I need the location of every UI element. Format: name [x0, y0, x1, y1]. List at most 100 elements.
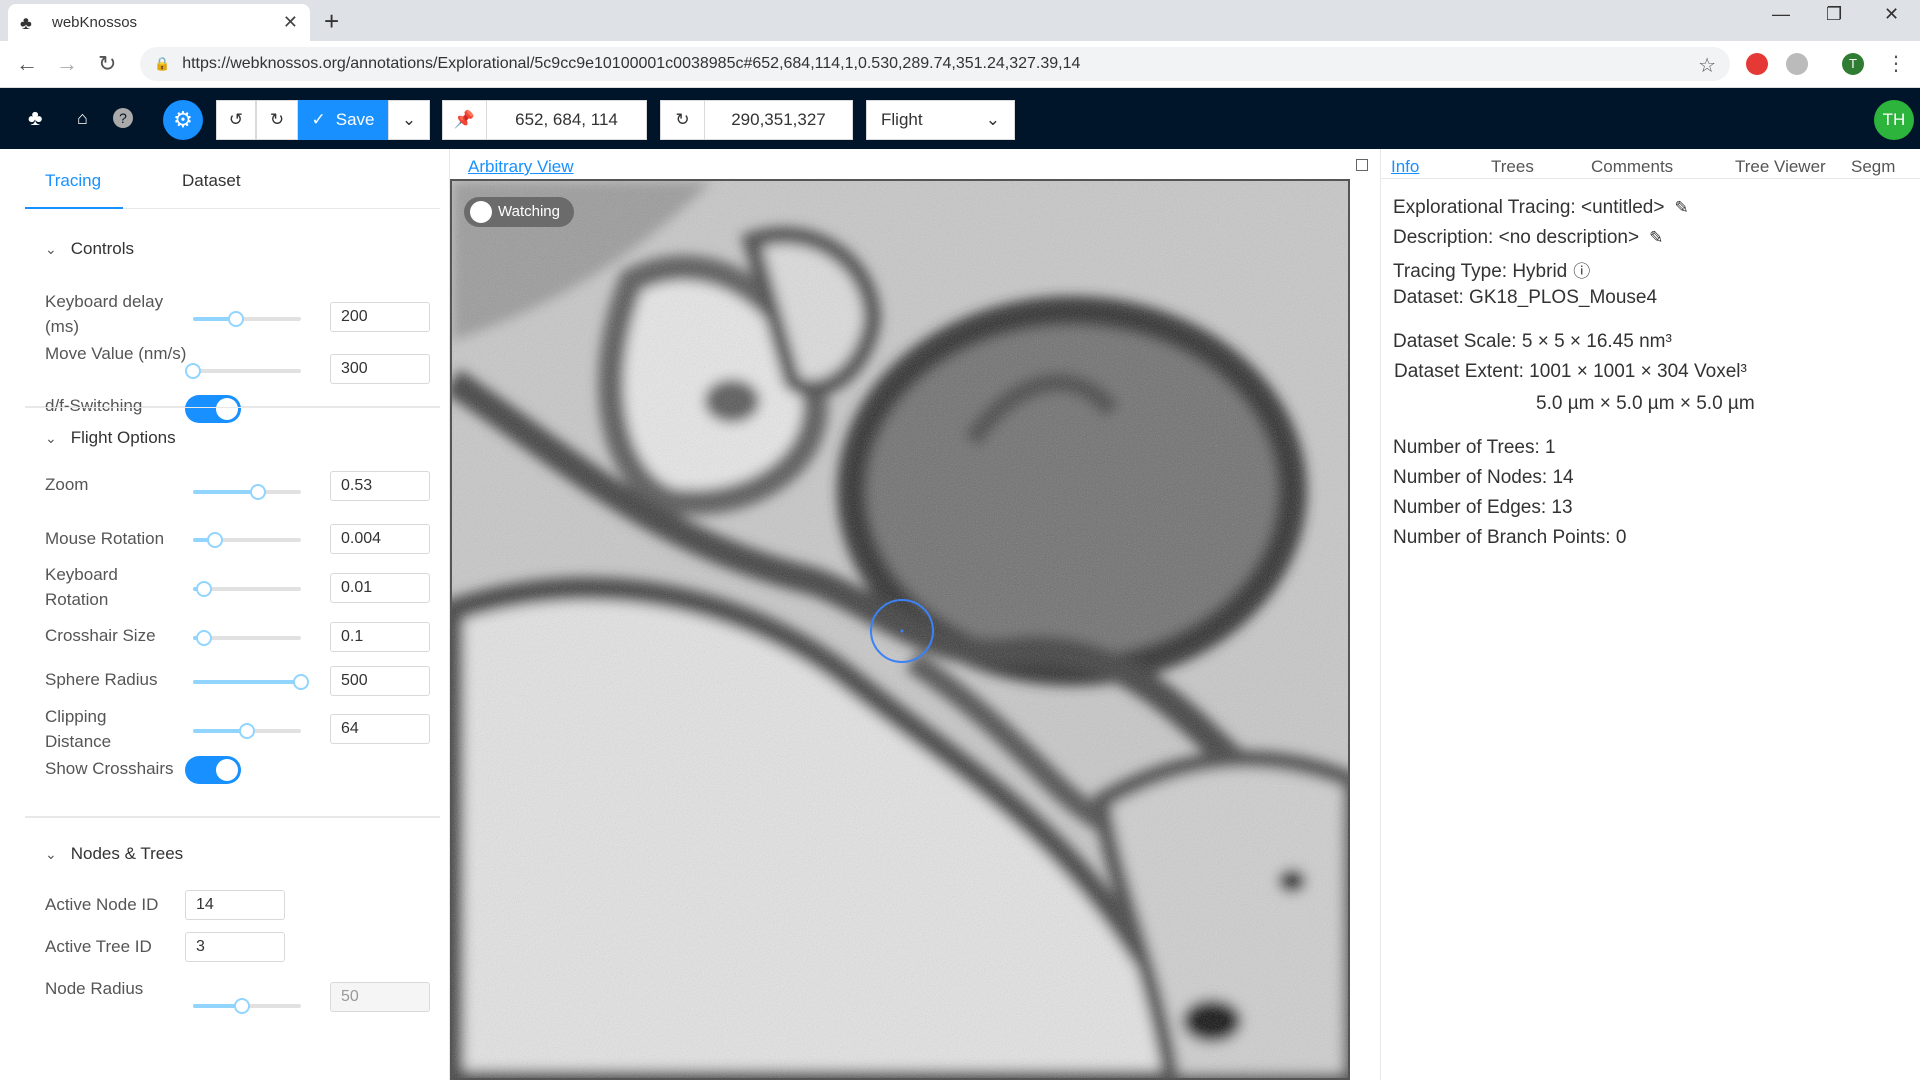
dataset-extent-um: 5.0 µm × 5.0 µm × 5.0 µm	[1536, 393, 1755, 414]
home-icon[interactable]: ⌂	[77, 108, 88, 129]
settings-button[interactable]: ⚙	[163, 100, 203, 140]
user-avatar[interactable]: TH	[1874, 100, 1914, 140]
browser-menu-icon[interactable]: ⋮	[1886, 51, 1906, 76]
zoom-slider[interactable]	[193, 484, 301, 500]
position-field[interactable]: 📌 652, 684, 114	[442, 100, 647, 140]
slider-handle[interactable]	[293, 674, 309, 690]
redo-icon: ↻	[269, 110, 285, 129]
keyboard-delay-slider[interactable]	[193, 311, 301, 327]
active-node-input[interactable]: 14	[185, 890, 285, 920]
forward-icon[interactable]: →	[56, 51, 78, 77]
keyboard-rotation-input[interactable]: 0.01	[330, 573, 430, 603]
app-toolbar: ♣ ⌂ ? ⚙ ↺ ↻ ✓ Save ⌄ 📌 652, 684, 114 ↻ 2…	[0, 88, 1920, 149]
browser-tab[interactable]: ♣ webKnossos ✕	[8, 4, 310, 41]
tab-tracing[interactable]: Tracing	[45, 171, 101, 191]
nodes-trees-header[interactable]: ⌄ Nodes & Trees	[45, 844, 183, 864]
chevron-down-icon: ⌄	[45, 241, 57, 257]
chevron-down-icon: ⌄	[401, 110, 417, 129]
controls-section: ⌄ Controls Keyboard delay (ms) 200 Move V…	[25, 209, 440, 423]
restore-icon[interactable]: ❐	[1826, 4, 1842, 25]
minimize-icon[interactable]: —	[1772, 4, 1790, 25]
crosshair-size-label: Crosshair Size	[45, 626, 156, 645]
close-window-icon[interactable]: ✕	[1884, 4, 1899, 25]
active-tree-input[interactable]: 3	[185, 932, 285, 962]
tracing-type: Tracing Type: Hybrid ⓘ	[1393, 261, 1591, 282]
slider-handle[interactable]	[207, 532, 223, 548]
info-panel: Info Trees Comments Tree Viewer Segm Exp…	[1380, 149, 1920, 1080]
tab-info[interactable]: Info	[1391, 157, 1419, 177]
slider-handle[interactable]	[250, 484, 266, 500]
info-tabs: Info Trees Comments Tree Viewer Segm	[1381, 149, 1920, 179]
clipping-distance-slider[interactable]	[193, 723, 301, 739]
sphere-radius-slider[interactable]	[193, 674, 309, 690]
controls-header[interactable]: ⌄ Controls	[45, 239, 134, 259]
tab-comments[interactable]: Comments	[1591, 157, 1673, 177]
edit-pencil-icon[interactable]: ✎	[1674, 198, 1688, 217]
view-mode-value: Flight	[881, 110, 923, 129]
keyboard-rotation-label: Keyboard Rotation	[45, 565, 118, 609]
save-button[interactable]: ✓ Save	[298, 100, 388, 140]
view-mode-select[interactable]: Flight ⌄	[866, 100, 1015, 140]
toggle-knob	[470, 201, 492, 223]
webknossos-logo-icon: ♣	[20, 12, 32, 33]
node-radius-slider[interactable]	[193, 998, 301, 1014]
tab-dataset[interactable]: Dataset	[182, 171, 241, 191]
close-tab-icon[interactable]: ✕	[283, 12, 298, 33]
opera-extension-icon[interactable]	[1746, 53, 1768, 75]
mouse-rotation-label: Mouse Rotation	[45, 529, 165, 548]
keyboard-delay-input[interactable]: 200	[330, 302, 430, 332]
dataset-name: Dataset: GK18_PLOS_Mouse4	[1393, 287, 1658, 308]
move-value-input[interactable]: 300	[330, 354, 430, 384]
keyboard-rotation-slider[interactable]	[193, 581, 301, 597]
tab-segments[interactable]: Segm	[1851, 157, 1895, 177]
zoom-label: Zoom	[45, 475, 89, 494]
webknossos-logo-icon[interactable]: ♣	[28, 105, 42, 131]
rotation-value: 290,351,327	[731, 110, 826, 129]
slider-handle[interactable]	[239, 723, 255, 739]
redo-button[interactable]: ↻	[256, 100, 298, 140]
slider-handle[interactable]	[228, 311, 244, 327]
drive-extension-icon[interactable]	[1786, 53, 1808, 75]
maximize-icon[interactable]	[1356, 159, 1368, 171]
tab-trees[interactable]: Trees	[1491, 157, 1534, 177]
pin-icon: 📌	[443, 101, 487, 139]
nodes-trees-section: ⌄ Nodes & Trees Active Node ID 14 Active …	[25, 817, 440, 1080]
lock-icon: 🔒	[154, 56, 171, 71]
edit-pencil-icon[interactable]: ✎	[1649, 228, 1663, 247]
tab-tree-viewer[interactable]: Tree Viewer	[1735, 157, 1826, 177]
slider-handle[interactable]	[234, 998, 250, 1014]
slider-handle[interactable]	[196, 581, 212, 597]
profile-avatar[interactable]: T	[1842, 53, 1864, 75]
slider-handle[interactable]	[196, 630, 212, 646]
arbitrary-viewport[interactable]: Watching	[450, 179, 1350, 1080]
show-crosshairs-label: Show Crosshairs	[45, 759, 174, 778]
zoom-input[interactable]: 0.53	[330, 471, 430, 501]
rotation-field[interactable]: ↻ 290,351,327	[660, 100, 853, 140]
view-title[interactable]: Arbitrary View	[468, 157, 574, 177]
save-dropdown-button[interactable]: ⌄	[388, 100, 430, 140]
mouse-rotation-slider[interactable]	[193, 532, 301, 548]
crosshair-size-input[interactable]: 0.1	[330, 622, 430, 652]
bookmark-star-icon[interactable]: ☆	[1698, 53, 1716, 78]
mouse-rotation-input[interactable]: 0.004	[330, 524, 430, 554]
settings-panel: Tracing Dataset ⌄ Controls Keyboard delay…	[0, 149, 450, 1080]
info-circle-icon[interactable]: ⓘ	[1573, 262, 1590, 281]
sphere-radius-label: Sphere Radius	[45, 670, 158, 689]
reload-icon[interactable]: ↻	[98, 51, 116, 77]
sphere-radius-input[interactable]: 500	[330, 666, 430, 696]
chevron-down-icon: ⌄	[985, 110, 1000, 129]
clipping-distance-input[interactable]: 64	[330, 714, 430, 744]
url-field[interactable]: 🔒 https://webknossos.org/annotations/Exp…	[140, 47, 1730, 81]
watching-toggle[interactable]: Watching	[464, 197, 574, 227]
slider-handle[interactable]	[185, 363, 201, 379]
undo-button[interactable]: ↺	[216, 100, 256, 140]
move-value-slider[interactable]	[185, 363, 301, 379]
new-tab-icon[interactable]: +	[324, 6, 339, 37]
help-icon[interactable]: ?	[113, 108, 133, 128]
flight-options-header[interactable]: ⌄ Flight Options	[45, 428, 176, 448]
back-icon[interactable]: ←	[16, 51, 38, 77]
show-crosshairs-toggle[interactable]	[185, 756, 241, 784]
crosshair-size-slider[interactable]	[193, 630, 301, 646]
active-node-label: Active Node ID	[45, 895, 159, 914]
watching-label: Watching	[498, 203, 560, 220]
